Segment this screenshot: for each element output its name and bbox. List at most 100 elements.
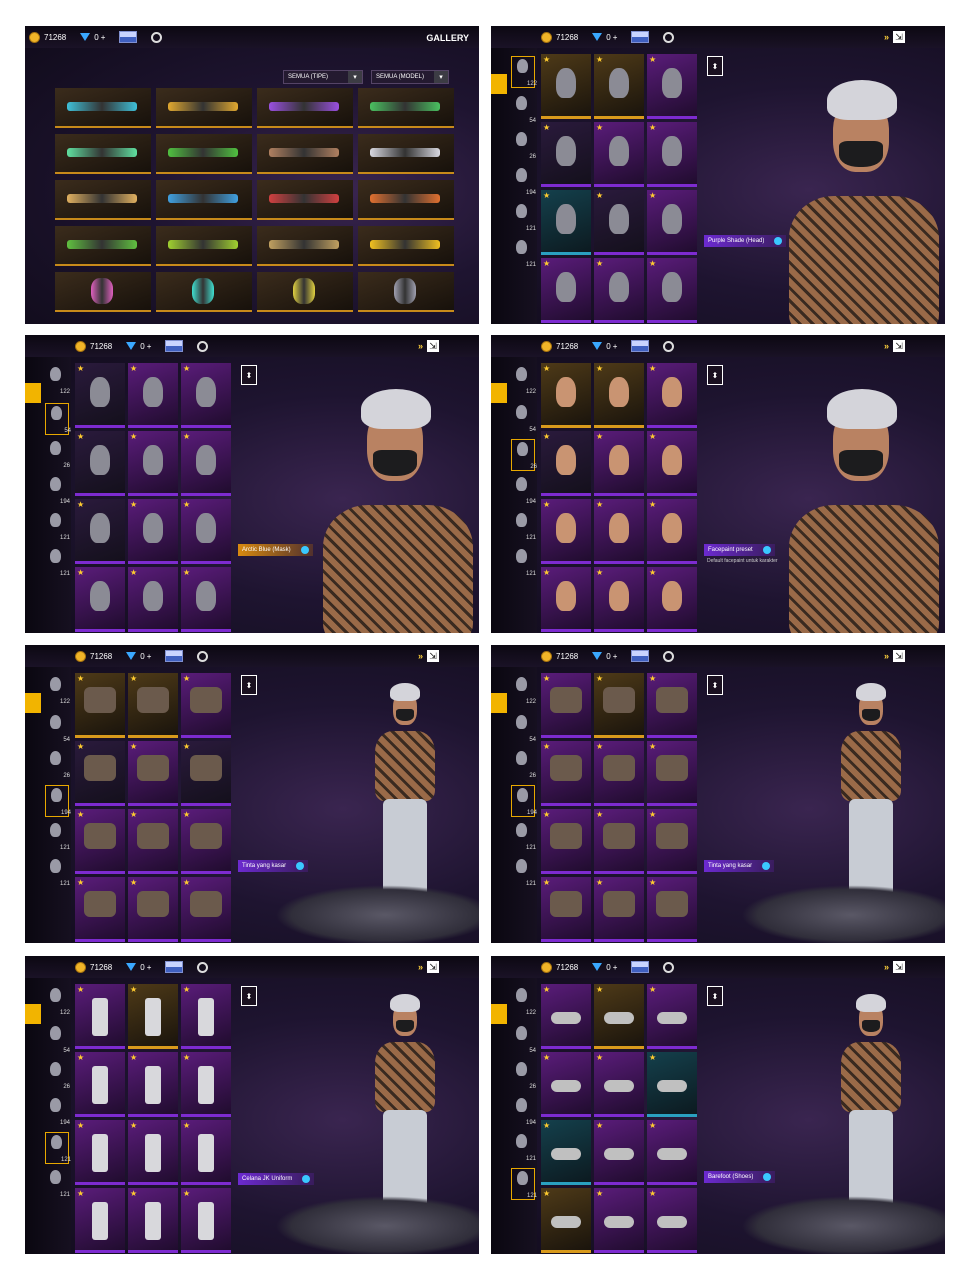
item-card[interactable]: ★ xyxy=(541,567,591,632)
category-tab[interactable]: 54 xyxy=(511,1024,536,1054)
item-card[interactable]: ★ xyxy=(594,1120,644,1185)
category-tab[interactable]: 54 xyxy=(511,403,536,433)
category-tab[interactable]: 194 xyxy=(511,166,536,196)
region-flag[interactable] xyxy=(631,31,650,43)
lock-icon[interactable]: ⬍ xyxy=(241,365,257,385)
diamond-counter[interactable]: 0 + xyxy=(126,963,151,972)
exit-icon[interactable]: ⇲ xyxy=(893,961,905,973)
category-tab[interactable]: 26 xyxy=(511,130,536,160)
item-card[interactable]: ★ xyxy=(541,984,591,1049)
item-card[interactable]: ★ xyxy=(128,1188,178,1253)
globe-icon[interactable] xyxy=(197,650,209,662)
globe-icon[interactable] xyxy=(197,340,209,352)
coin-counter[interactable]: 71268 xyxy=(75,961,112,973)
diamond-counter[interactable]: 0 + xyxy=(592,33,617,42)
item-card[interactable]: ★ xyxy=(75,877,125,942)
weapon-card[interactable] xyxy=(257,226,353,266)
item-card[interactable]: ★ xyxy=(541,54,591,119)
item-card[interactable]: ★ xyxy=(128,673,178,738)
lock-icon[interactable]: ⬍ xyxy=(241,675,257,695)
item-card[interactable]: ★ xyxy=(647,258,697,323)
item-card[interactable]: ★ xyxy=(181,363,231,428)
category-tab[interactable]: 54 xyxy=(511,713,536,743)
weapon-card[interactable] xyxy=(156,88,252,128)
item-card[interactable]: ★ xyxy=(541,258,591,323)
category-tab[interactable]: 54 xyxy=(45,713,70,743)
region-flag[interactable] xyxy=(631,961,650,973)
item-card[interactable]: ★ xyxy=(594,363,644,428)
item-card[interactable]: ★ xyxy=(181,741,231,806)
item-card[interactable]: ★ xyxy=(541,741,591,806)
diamond-plus[interactable]: + xyxy=(613,963,618,972)
item-card[interactable]: ★ xyxy=(181,809,231,874)
info-dot-icon[interactable] xyxy=(300,546,309,554)
item-card[interactable]: ★ xyxy=(647,431,697,496)
item-card[interactable]: ★ xyxy=(594,877,644,942)
exit-icon[interactable]: ⇲ xyxy=(427,340,439,352)
double-chevron-icon[interactable]: » xyxy=(884,341,889,351)
category-tab[interactable]: 121 xyxy=(511,238,536,268)
diamond-counter[interactable]: 0 + xyxy=(126,342,151,351)
exit-icon[interactable]: ⇲ xyxy=(427,650,439,662)
globe-icon[interactable] xyxy=(663,31,675,43)
category-tab[interactable]: 122 xyxy=(45,675,70,705)
lock-icon[interactable]: ⬍ xyxy=(707,675,723,695)
weapon-card[interactable] xyxy=(257,272,353,312)
category-tab[interactable]: 26 xyxy=(511,749,536,779)
item-card[interactable]: ★ xyxy=(181,1120,231,1185)
globe-icon[interactable] xyxy=(663,650,675,662)
category-tab[interactable]: 26 xyxy=(45,439,70,469)
weapon-card[interactable] xyxy=(55,272,151,312)
coin-counter[interactable]: 71268 xyxy=(29,31,66,43)
category-tab[interactable]: 194 xyxy=(45,1096,70,1126)
category-tab[interactable]: 121 xyxy=(45,1168,70,1198)
double-chevron-icon[interactable]: » xyxy=(418,962,423,972)
category-tab[interactable]: 121 xyxy=(511,1132,536,1162)
category-tab[interactable]: 121 xyxy=(45,821,70,851)
category-tab[interactable]: 121 xyxy=(511,547,536,577)
category-tab[interactable]: 121 xyxy=(45,511,70,541)
weapon-card[interactable] xyxy=(257,180,353,220)
item-card[interactable]: ★ xyxy=(128,499,178,564)
category-tab[interactable]: 121 xyxy=(511,1168,537,1200)
diamond-counter[interactable]: 0 + xyxy=(592,652,617,661)
category-tab[interactable]: 54 xyxy=(45,1024,70,1054)
weapon-card[interactable] xyxy=(55,134,151,174)
category-tab[interactable]: 122 xyxy=(511,986,536,1016)
exit-icon[interactable]: ⇲ xyxy=(893,31,905,43)
item-card[interactable]: ★ xyxy=(647,190,697,255)
item-card[interactable]: ★ xyxy=(541,190,591,255)
item-card[interactable]: ★ xyxy=(75,1052,125,1117)
coin-counter[interactable]: 71268 xyxy=(75,650,112,662)
category-tab[interactable]: 122 xyxy=(45,365,70,395)
info-dot-icon[interactable] xyxy=(763,1173,772,1181)
item-card[interactable]: ★ xyxy=(594,567,644,632)
item-card[interactable]: ★ xyxy=(181,673,231,738)
category-tab[interactable]: 26 xyxy=(511,439,537,471)
weapon-card[interactable] xyxy=(358,134,454,174)
weapon-card[interactable] xyxy=(156,134,252,174)
item-card[interactable]: ★ xyxy=(594,1052,644,1117)
double-chevron-icon[interactable]: » xyxy=(418,651,423,661)
category-tab[interactable]: 122 xyxy=(511,365,536,395)
item-card[interactable]: ★ xyxy=(594,258,644,323)
weapon-card[interactable] xyxy=(358,272,454,312)
diamond-plus[interactable]: + xyxy=(147,963,152,972)
region-flag[interactable] xyxy=(119,31,138,43)
item-card[interactable]: ★ xyxy=(75,499,125,564)
item-card[interactable]: ★ xyxy=(128,877,178,942)
region-flag[interactable] xyxy=(165,340,184,352)
category-tab[interactable]: 194 xyxy=(511,1096,536,1126)
item-card[interactable]: ★ xyxy=(594,741,644,806)
item-card[interactable]: ★ xyxy=(75,984,125,1049)
item-card[interactable]: ★ xyxy=(541,809,591,874)
item-card[interactable]: ★ xyxy=(75,673,125,738)
category-tab[interactable]: 121 xyxy=(511,511,536,541)
region-flag[interactable] xyxy=(631,340,650,352)
region-flag[interactable] xyxy=(165,961,184,973)
item-card[interactable]: ★ xyxy=(594,54,644,119)
item-card[interactable]: ★ xyxy=(594,190,644,255)
item-card[interactable]: ★ xyxy=(181,984,231,1049)
item-card[interactable]: ★ xyxy=(128,567,178,632)
weapon-card[interactable] xyxy=(257,134,353,174)
